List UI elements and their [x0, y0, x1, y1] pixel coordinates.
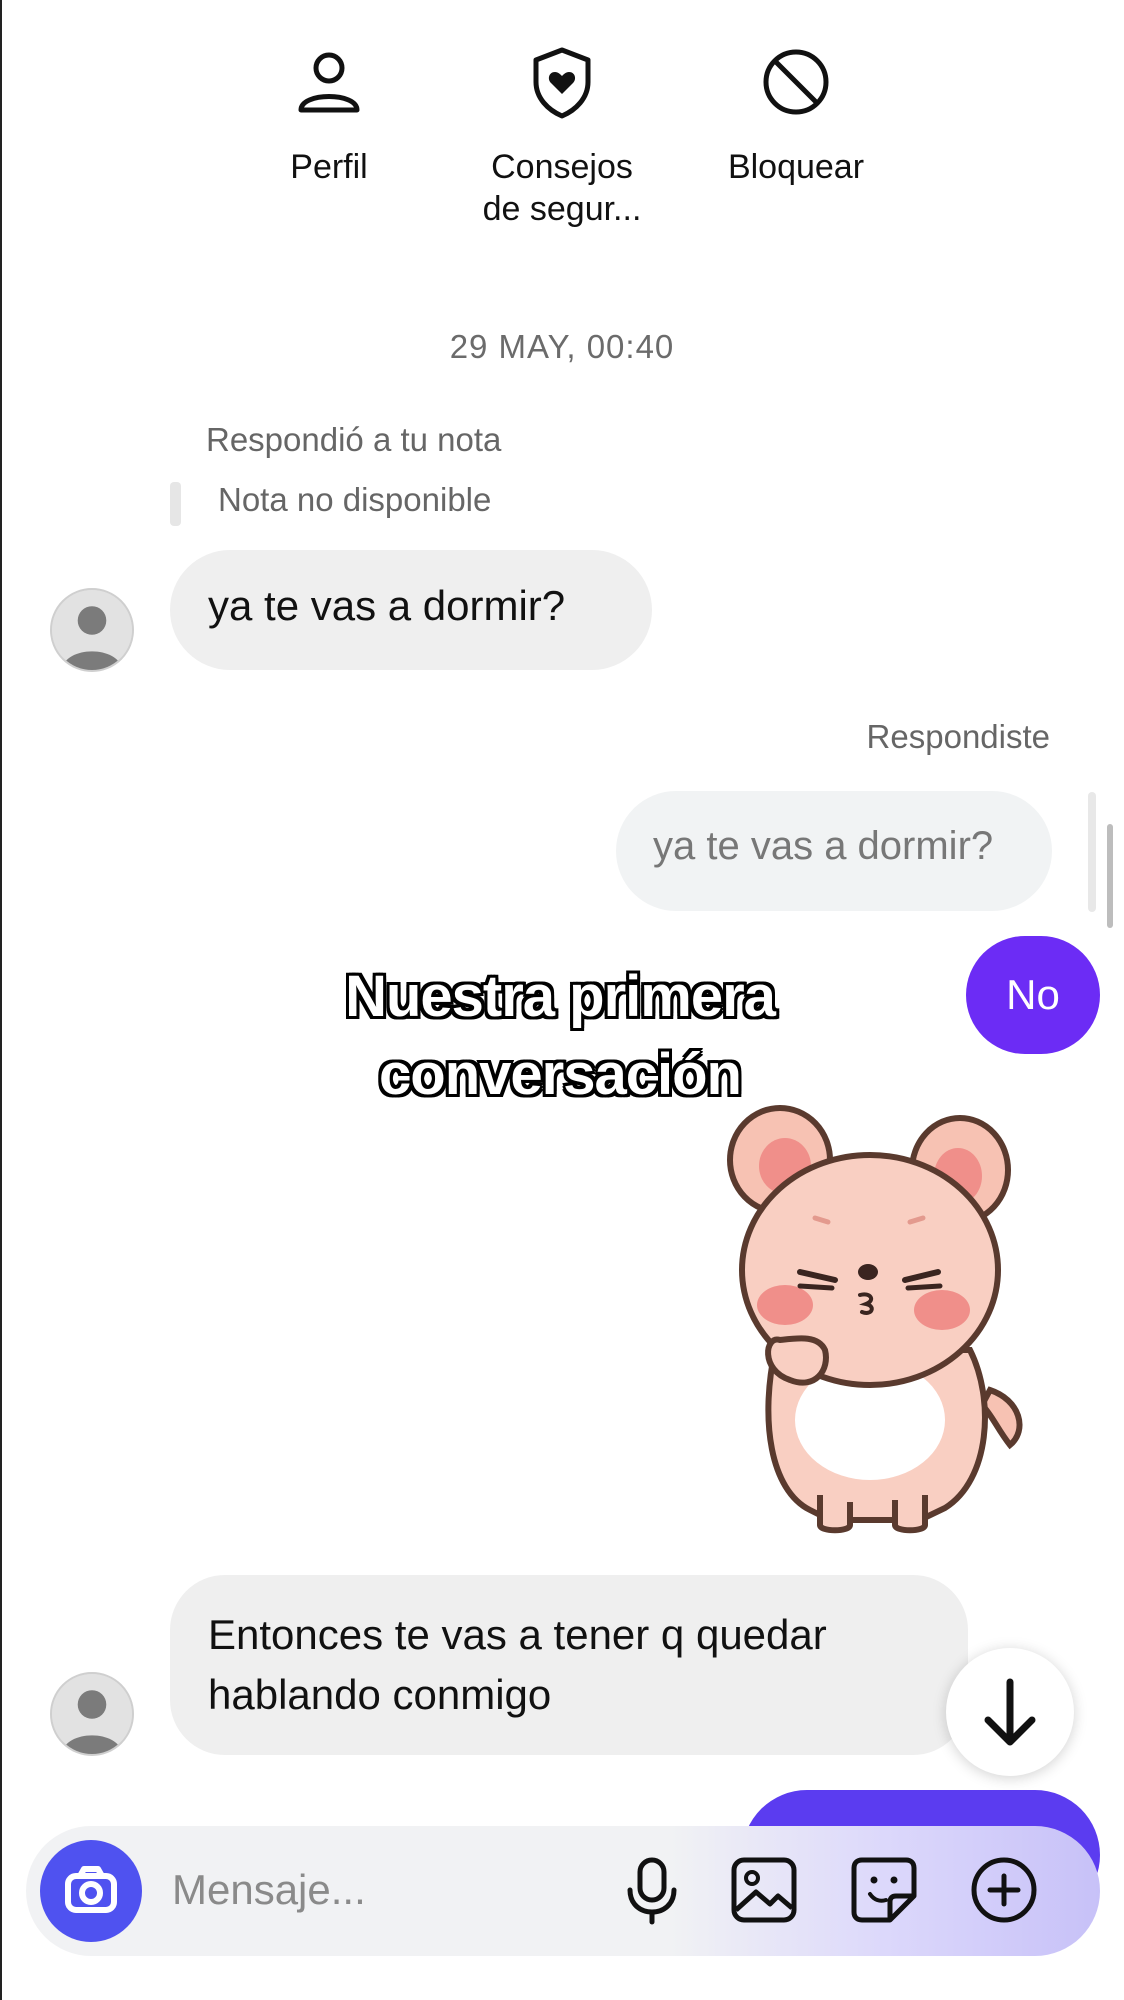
message-input[interactable]	[172, 1860, 592, 1920]
scrollbar-thumb[interactable]	[1107, 824, 1113, 928]
gallery-button[interactable]	[726, 1852, 802, 1928]
note-unavailable: Nota no disponible	[218, 481, 492, 518]
microphone-icon	[627, 1857, 677, 1925]
safety-tips-action[interactable]: Consejos de segur...	[462, 40, 662, 230]
incoming-message-2[interactable]: Entonces te vas a tener q quedar habland…	[170, 1575, 968, 1755]
outgoing-message[interactable]: No	[966, 936, 1100, 1054]
image-icon	[731, 1857, 797, 1923]
profile-label: Perfil	[290, 148, 368, 186]
contact-avatar-2[interactable]	[50, 1672, 134, 1756]
microphone-button[interactable]	[614, 1852, 690, 1928]
scroll-to-bottom-button[interactable]	[946, 1648, 1074, 1776]
profile-action[interactable]: Perfil	[229, 40, 429, 188]
plus-circle-icon	[971, 1857, 1037, 1923]
caption-line-1: Nuestra primera	[345, 964, 776, 1029]
safety-tips-label: Consejos de segur...	[482, 148, 642, 228]
video-overlay-caption: Nuestra primera conversación	[250, 958, 870, 1114]
quote-bar	[170, 482, 181, 526]
contact-avatar[interactable]	[50, 588, 134, 672]
camera-button[interactable]	[40, 1840, 142, 1942]
incoming-message[interactable]: ya te vas a dormir?	[170, 550, 652, 670]
block-action[interactable]: Bloquear	[696, 40, 896, 188]
block-icon	[754, 40, 838, 124]
reply-context-label: Respondió a tu nota	[206, 421, 502, 458]
block-label: Bloquear	[727, 148, 865, 186]
bear-sticker[interactable]	[720, 1100, 1040, 1540]
arrow-down-icon	[984, 1678, 1036, 1746]
more-button[interactable]	[966, 1852, 1042, 1928]
left-edge	[0, 0, 2, 2000]
sticker-icon	[851, 1857, 917, 1923]
quoted-message[interactable]: ya te vas a dormir?	[616, 791, 1052, 911]
camera-icon	[65, 1866, 117, 1913]
conversation-timestamp: 29 MAY, 00:40	[449, 328, 675, 365]
you-replied-label: Respondiste	[866, 718, 1050, 755]
sticker-button[interactable]	[846, 1852, 922, 1928]
scroll-track	[1088, 792, 1096, 912]
person-icon	[287, 40, 371, 124]
shield-heart-icon	[520, 40, 604, 124]
